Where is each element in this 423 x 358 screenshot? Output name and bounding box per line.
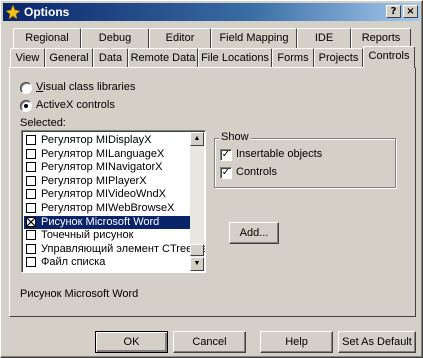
- list-item-label: Регулятор MIPlayerX: [41, 174, 147, 187]
- tab-general[interactable]: General: [45, 48, 93, 68]
- list-item-label: Файл списка: [41, 256, 106, 269]
- list-item-checkbox[interactable]: [26, 243, 36, 254]
- tab-field-mapping[interactable]: Field Mapping: [211, 28, 297, 48]
- window-title: Options: [24, 5, 70, 19]
- list-item-checkbox[interactable]: [26, 216, 36, 227]
- list-item[interactable]: Рисунок Microsoft Word: [24, 215, 194, 229]
- radio-activex-controls[interactable]: [20, 100, 32, 112]
- list-item-label: Регулятор MINavigatorX: [41, 161, 163, 174]
- title-bar[interactable]: Options ? ×: [3, 3, 420, 21]
- tab-controls[interactable]: Controls: [363, 46, 415, 68]
- tab-ide[interactable]: IDE: [297, 28, 351, 48]
- list-item-checkbox[interactable]: [26, 230, 36, 241]
- selected-description: Рисунок Microsoft Word: [20, 288, 139, 300]
- selected-label: Selected:: [20, 117, 66, 129]
- radio-activex-label: ActiveX controls: [36, 99, 115, 111]
- tab-regional[interactable]: Regional: [13, 28, 81, 48]
- set-as-default-button[interactable]: Set As Default: [338, 331, 416, 353]
- listbox-scrollbar[interactable]: ▲ ▼: [190, 132, 204, 271]
- close-icon[interactable]: ×: [403, 5, 418, 18]
- tab-reports[interactable]: Reports: [351, 28, 411, 48]
- list-item[interactable]: Регулятор MINavigatorX: [24, 161, 194, 174]
- cancel-button[interactable]: Cancel: [173, 331, 246, 353]
- list-item-checkbox[interactable]: [26, 162, 36, 173]
- ok-button[interactable]: OK: [95, 331, 168, 353]
- options-window: Options ? × Regional Debug Editor Field …: [0, 0, 423, 358]
- list-item[interactable]: Регулятор MIVideoWndX: [24, 188, 194, 201]
- controls-listbox[interactable]: Регулятор MIDisplayX Регулятор MILanguage…: [21, 130, 206, 273]
- add-button[interactable]: Add...: [229, 222, 279, 244]
- show-group-title: Show: [219, 131, 251, 143]
- list-item-label: Точечный рисунок: [41, 229, 134, 242]
- list-item-label: Регулятор MILanguageX: [41, 147, 165, 160]
- list-item[interactable]: Регулятор MIWebBrowseX: [24, 202, 194, 215]
- tab-data[interactable]: Data: [93, 48, 128, 68]
- tab-remote-data[interactable]: Remote Data: [128, 48, 198, 68]
- scroll-thumb[interactable]: [190, 244, 204, 256]
- list-item-label: Рисунок Microsoft Word: [41, 215, 160, 228]
- list-item[interactable]: Точечный рисунок: [24, 229, 194, 242]
- help-icon[interactable]: ?: [386, 5, 401, 18]
- app-icon: [5, 4, 21, 20]
- list-item-checkbox[interactable]: [26, 203, 36, 213]
- scroll-down-icon[interactable]: ▼: [190, 257, 204, 271]
- insertable-objects-label: Insertable objects: [236, 148, 323, 160]
- list-item-checkbox[interactable]: [26, 148, 36, 159]
- tab-debug[interactable]: Debug: [81, 28, 149, 48]
- radio-dot: [24, 104, 28, 108]
- help-button[interactable]: Help: [260, 331, 333, 353]
- insertable-objects-checkbox[interactable]: ✓: [220, 149, 232, 161]
- tab-view[interactable]: View: [10, 48, 45, 68]
- radio-visual-label: Visual class libraries: [36, 81, 136, 93]
- list-item[interactable]: Управляющий элемент CTreeView: [24, 243, 205, 256]
- list-item[interactable]: Файл списка: [24, 256, 194, 269]
- list-item[interactable]: Регулятор MILanguageX: [24, 148, 194, 161]
- list-item-checkbox[interactable]: [26, 257, 36, 268]
- list-item-label: Регулятор MIVideoWndX: [41, 188, 166, 201]
- radio-visual-class-libraries[interactable]: [20, 82, 32, 94]
- list-item[interactable]: Регулятор MIDisplayX: [24, 134, 194, 147]
- list-item-label: Регулятор MIDisplayX: [41, 134, 152, 146]
- list-item-label: Управляющий элемент CTreeView: [41, 242, 206, 255]
- show-groupbox: [214, 138, 396, 188]
- list-item-checkbox[interactable]: [26, 135, 36, 145]
- controls-label: Controls: [236, 166, 277, 178]
- scroll-up-icon[interactable]: ▲: [190, 132, 204, 146]
- tab-forms[interactable]: Forms: [272, 48, 314, 68]
- list-item-checkbox[interactable]: [26, 189, 36, 200]
- tab-editor[interactable]: Editor: [149, 28, 211, 48]
- list-item-label: Регулятор MIWebBrowseX: [41, 202, 175, 214]
- tab-file-locations[interactable]: File Locations: [198, 48, 272, 68]
- list-item[interactable]: Регулятор MIPlayerX: [24, 175, 194, 188]
- tab-projects[interactable]: Projects: [314, 48, 363, 68]
- list-item-checkbox[interactable]: [26, 175, 36, 186]
- controls-checkbox[interactable]: ✓: [220, 167, 232, 179]
